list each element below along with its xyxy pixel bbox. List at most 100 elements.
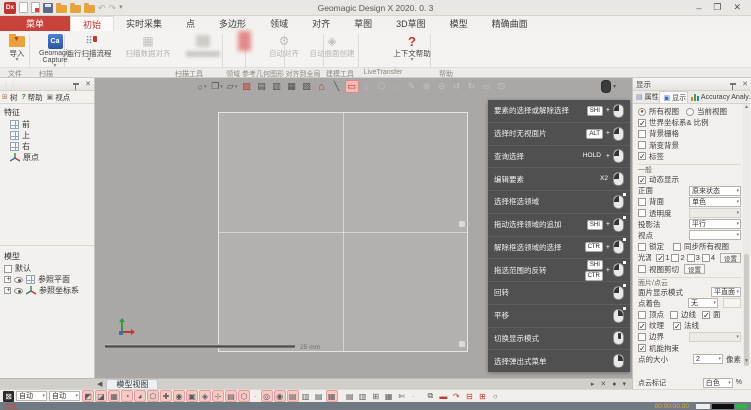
- viewport-tool-icon[interactable]: ◌: [390, 80, 404, 93]
- ribbon-tab[interactable]: 对齐: [300, 16, 342, 31]
- filter-icon[interactable]: ↷: [450, 390, 462, 402]
- viewport-tool-icon[interactable]: ⊕: [420, 80, 434, 93]
- redo-icon[interactable]: ↷: [109, 2, 117, 14]
- tree-item-default[interactable]: 默认: [0, 263, 94, 274]
- viewport-tool-icon[interactable]: ▦: [285, 80, 299, 93]
- filter-icon[interactable]: ◉: [274, 390, 286, 402]
- filter-icon[interactable]: ⊞: [370, 390, 382, 402]
- folder-icon[interactable]: [84, 5, 95, 13]
- filter-icon[interactable]: ◪: [95, 390, 107, 402]
- viewport-tool-icon[interactable]: ▤: [255, 80, 269, 93]
- app-logo-icon[interactable]: Dx: [4, 2, 16, 14]
- tree-item-plane[interactable]: 右: [0, 141, 94, 152]
- scroll-up-icon[interactable]: ▲: [744, 104, 749, 110]
- ribbon-tab[interactable]: 模型: [438, 16, 480, 31]
- viewport-tool-icon[interactable]: ⬠: [375, 80, 389, 93]
- viewport-tool-icon[interactable]: ▥: [270, 80, 284, 93]
- checkbox[interactable]: ✓: [638, 176, 646, 184]
- scroll-thumb[interactable]: [744, 254, 749, 366]
- ribbon-tab[interactable]: 初始: [70, 16, 114, 31]
- checkbox[interactable]: [702, 254, 710, 262]
- filter-icon[interactable]: ◕: [134, 390, 146, 402]
- ribbon-tab[interactable]: 点: [174, 16, 207, 31]
- viewport-tool-icon[interactable]: ▧: [300, 80, 314, 93]
- filter-icon[interactable]: ◉: [173, 390, 185, 402]
- tree-item-ref-csys[interactable]: 参照坐标系: [0, 285, 94, 296]
- tab-tree[interactable]: ⊞树: [2, 92, 17, 103]
- tree-item-origin[interactable]: 原点: [0, 152, 94, 163]
- marker-color-select[interactable]: 白色: [703, 378, 733, 388]
- viewport-tool-icon[interactable]: ✎: [405, 80, 419, 93]
- viewport-tool-icon[interactable]: ▭: [480, 80, 494, 93]
- collapse-arrow-icon[interactable]: ◀: [97, 380, 102, 388]
- ribbon-tab[interactable]: 多边形: [207, 16, 258, 31]
- checkbox[interactable]: [638, 198, 646, 206]
- checkbox[interactable]: [638, 333, 646, 341]
- checkbox[interactable]: [638, 141, 646, 149]
- import-button[interactable]: 导入: [2, 32, 32, 63]
- filter-icon[interactable]: ⬠: [147, 390, 159, 402]
- expand-icon[interactable]: [4, 287, 11, 294]
- mesh-mode-select[interactable]: 平直面: [711, 287, 741, 297]
- viewport-tool-icon[interactable]: ❒▾: [210, 80, 224, 93]
- new-document-icon[interactable]: [19, 2, 28, 13]
- back-face-select[interactable]: 单色: [689, 197, 741, 207]
- checkbox[interactable]: ✓: [638, 322, 646, 330]
- auto-combo-2[interactable]: 自动: [49, 391, 80, 401]
- filter-icon[interactable]: ▬: [437, 390, 449, 402]
- close-view-icon[interactable]: ✕: [600, 380, 606, 388]
- filter-icon[interactable]: ◈: [199, 390, 211, 402]
- ribbon-tab[interactable]: 实时采集: [114, 16, 174, 31]
- checkbox[interactable]: [687, 254, 695, 262]
- viewport-tool-icon[interactable]: ⊡: [495, 80, 509, 93]
- filter-icon[interactable]: ○: [489, 390, 501, 402]
- radio-all-views[interactable]: ●: [638, 108, 646, 116]
- viewport-tool-icon[interactable]: ⌂: [315, 80, 329, 93]
- front-face-select[interactable]: 原来状态: [689, 186, 741, 196]
- folder-icon[interactable]: [56, 5, 67, 13]
- filter-icon[interactable]: ⧉: [424, 390, 436, 402]
- clip-settings-button[interactable]: 设置: [684, 264, 705, 274]
- filter-icon[interactable]: ◔: [121, 390, 133, 402]
- visibility-eye-icon[interactable]: [14, 288, 23, 294]
- filter-icon[interactable]: ▦: [108, 390, 120, 402]
- expand-icon[interactable]: [4, 276, 11, 283]
- viewport-tool-icon[interactable]: ↻: [465, 80, 479, 93]
- viewpoint-select[interactable]: [689, 230, 741, 240]
- scrollbar[interactable]: ▲ ▼: [743, 104, 750, 364]
- play-icon[interactable]: ▸: [591, 380, 595, 388]
- tree-item-ref-planes[interactable]: 参照平面: [0, 274, 94, 285]
- tab-accuracy-analyzer[interactable]: Accuracy Analy...: [688, 91, 751, 103]
- open-document-icon[interactable]: [31, 2, 40, 13]
- tab-viewpoint[interactable]: ▣视点: [47, 92, 71, 103]
- radio-current-view[interactable]: [686, 108, 694, 116]
- close-panel-icon[interactable]: ✕: [742, 80, 748, 88]
- pin-icon[interactable]: [730, 83, 736, 86]
- strip-dropdown-icon[interactable]: ▾: [622, 380, 626, 388]
- checkbox[interactable]: ✓: [638, 152, 646, 160]
- pin-icon[interactable]: [73, 83, 79, 86]
- viewport-tool-icon[interactable]: ▨: [240, 80, 254, 93]
- checkbox[interactable]: ✓: [673, 322, 681, 330]
- close-button[interactable]: ✕: [733, 2, 741, 13]
- viewport-tool-icon[interactable]: ↺: [450, 80, 464, 93]
- checkbox[interactable]: ✓: [656, 254, 664, 262]
- viewport-tool-icon[interactable]: ▭: [345, 80, 359, 93]
- ribbon-tab[interactable]: 草图: [342, 16, 384, 31]
- scroll-down-icon[interactable]: ▼: [744, 358, 749, 364]
- mouse-hints-toggle-button[interactable]: ▾: [601, 80, 616, 93]
- filter-icon[interactable]: ▥: [300, 390, 312, 402]
- selection-mode-icon[interactable]: ⊠: [3, 391, 14, 402]
- filter-icon[interactable]: ◩: [82, 390, 94, 402]
- maximize-button[interactable]: ❐: [713, 2, 721, 13]
- checkbox[interactable]: [638, 311, 646, 319]
- checkbox[interactable]: [673, 243, 681, 251]
- checkbox[interactable]: ✓: [638, 344, 646, 352]
- filter-icon[interactable]: ▦: [326, 390, 338, 402]
- filter-icon[interactable]: ⊟: [463, 390, 475, 402]
- tree-item-plane[interactable]: 前: [0, 119, 94, 130]
- checkbox[interactable]: [4, 265, 12, 273]
- viewport-tool-icon[interactable]: ○▾: [195, 80, 209, 93]
- filter-icon[interactable]: ▤: [225, 390, 237, 402]
- checkbox[interactable]: [638, 130, 646, 138]
